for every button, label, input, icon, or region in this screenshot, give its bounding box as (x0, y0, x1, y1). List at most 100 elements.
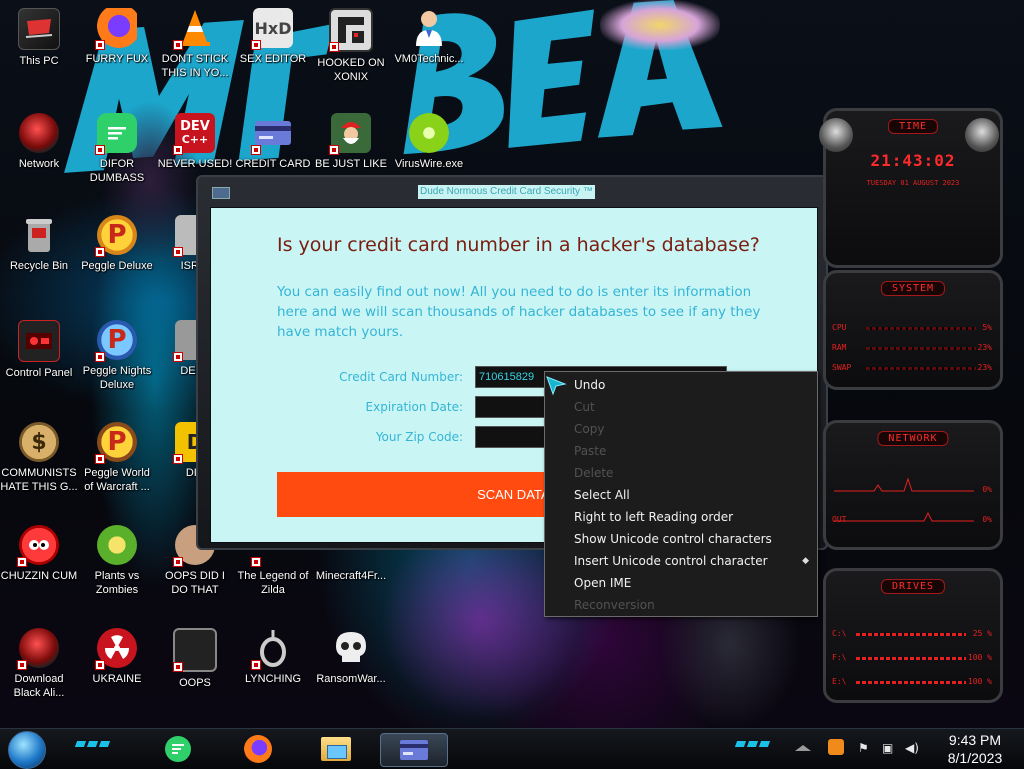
desktop-icon-label: OOPS (179, 677, 211, 689)
desktop-icon-chuzzin[interactable]: CHUZZIN CUM (0, 525, 78, 583)
desktop-icon-label: Plants vs Zombies (94, 570, 140, 596)
desktop-icon-label: Minecraft4Fr... (315, 570, 387, 582)
desktop-icon-oops[interactable]: OOPS (156, 628, 234, 690)
desktop-icon-peggle-deluxe[interactable]: P Peggle Deluxe (78, 215, 156, 273)
wallpaper-character (600, 0, 720, 50)
control-panel-icon (18, 320, 60, 362)
recycle-bin-icon (19, 215, 59, 255)
money-bag-icon: $ (19, 422, 59, 462)
desktop-icon-label: OOPS DID I DO THAT (165, 570, 225, 596)
computer-icon (18, 8, 60, 50)
desktop-icon-network[interactable]: Network (0, 113, 78, 171)
show-hidden-icons[interactable] (794, 739, 812, 758)
desktop-icon-this-pc[interactable]: This PC (0, 8, 78, 68)
tray-orange-icon (828, 739, 844, 755)
network-status-icon[interactable]: ▣ (882, 741, 893, 755)
menu-item-reconversion: Reconversion (574, 598, 655, 612)
menu-item-rtl-reading-order[interactable]: Right to left Reading order (545, 506, 817, 528)
taskbar-file-explorer[interactable] (316, 733, 356, 765)
dev-glyph: DEV (180, 119, 210, 134)
drive-f-value: 100 % (967, 653, 992, 662)
volume-icon[interactable]: ◀) (905, 741, 919, 755)
dialog-description: You can easily find out now! All you nee… (277, 284, 761, 340)
taskbar-decoration (74, 741, 111, 749)
dialog-app-icon[interactable] (212, 187, 230, 199)
desktop-icon-label: UKRAINE (92, 673, 142, 685)
zip-code-label: Your Zip Code: (375, 430, 463, 444)
taskbar-decoration (734, 741, 771, 749)
desktop-icon-label: SEX EDITOR (239, 53, 307, 65)
gadget-drives-panel: DRIVES C:\ 25 % F:\ 100 % E:\ 100 % (823, 568, 1003, 703)
desktop-icon-label: NEVER USED! (157, 158, 233, 170)
menu-item-insert-unicode[interactable]: Insert Unicode control character ◆ (545, 550, 817, 572)
taskbar-clock[interactable]: 9:43 PM 8/1/2023 (930, 731, 1020, 767)
gadget-system-title: SYSTEM (880, 281, 946, 296)
desktop-icon-difor-dumbass[interactable]: DIFOR DUMBASS (78, 113, 156, 185)
start-button[interactable] (8, 731, 46, 769)
hxd-glyph: HxD (254, 18, 292, 38)
taskbar-credit-card-app-active[interactable] (380, 733, 448, 767)
desktop-icon-label: VM0Technic... (394, 53, 464, 65)
desktop-icon-lynching[interactable]: LYNCHING (234, 628, 312, 686)
taskbar-chat-app[interactable] (158, 733, 198, 765)
lime-icon (409, 113, 449, 153)
desktop-icon-recycle-bin[interactable]: Recycle Bin (0, 215, 78, 273)
menu-item-select-all[interactable]: Select All (545, 484, 817, 506)
desktop-icon-label: HOOKED ON XONIX (317, 57, 385, 83)
peggle-wow-icon: P (95, 422, 137, 464)
firefox-icon (95, 8, 137, 50)
desktop-icon-label: FURRY FUX (85, 53, 149, 65)
taskbar-firefox[interactable] (238, 733, 278, 765)
desktop-icon-viruswire[interactable]: VirusWire.exe (390, 113, 468, 171)
desktop-icon-sex-editor[interactable]: HxD SEX EDITOR (234, 8, 312, 66)
desktop-icon-plants-vs-zombies[interactable]: Plants vs Zombies (78, 525, 156, 597)
desktop-icon-label: Peggle Deluxe (81, 260, 153, 272)
menu-item-open-ime[interactable]: Open IME (545, 572, 817, 594)
desktop-icon-label: BE JUST LIKE (315, 158, 387, 170)
menu-item-label: Insert Unicode control character (574, 554, 768, 568)
pvz-icon (97, 525, 137, 565)
desktop-icon-never-used[interactable]: DEV C++ NEVER USED! (156, 113, 234, 171)
desktop-icon-vm0technic[interactable]: VM0Technic... (390, 8, 468, 66)
desktop-icon-download-black[interactable]: Download Black Ali... (0, 628, 78, 700)
context-menu: Undo Cut Copy Paste Delete Select All Ri… (544, 371, 818, 617)
menu-item-paste: Paste (574, 444, 607, 458)
clock-time: 9:43 PM (948, 732, 1002, 748)
clock-date: 8/1/2023 (947, 750, 1003, 766)
desktop-icon-dont-stick[interactable]: DONT STICK THIS IN YO... (156, 8, 234, 80)
desktop-icon-furry-fux[interactable]: FURRY FUX (78, 8, 156, 66)
gadget-system-panel: SYSTEM CPU 5% RAM 23% SWAP 23% (823, 270, 1003, 390)
tray-app-icon[interactable] (828, 739, 844, 755)
desktop-icon-be-just-like[interactable]: BE JUST LIKE (312, 113, 390, 171)
desktop-icon-peggle-nights[interactable]: P Peggle Nights Deluxe (78, 320, 156, 392)
desktop-icon-label: Peggle Nights Deluxe (82, 365, 152, 391)
desktop-icon-ukraine[interactable]: UKRAINE (78, 628, 156, 686)
chuzzle-icon (17, 525, 59, 567)
desktop-icon-label: VirusWire.exe (394, 158, 464, 170)
ram-value: 23% (977, 343, 992, 352)
dialog-titlebar[interactable]: Dude Normous Credit Card Security ™ (198, 177, 826, 207)
ram-label: RAM (832, 343, 847, 352)
desktop-icon-ransomware[interactable]: RansomWar... (312, 628, 390, 686)
swap-bar (866, 367, 976, 370)
desktop-icon-peggle-wow[interactable]: P Peggle World of Warcraft ... (78, 422, 156, 494)
network-graph (834, 477, 974, 522)
desktop-icon-label: Control Panel (5, 367, 73, 379)
drive-c-label: C:\ (832, 629, 847, 638)
desktop-icon-hooked-on-xonix[interactable]: HOOKED ON XONIX (312, 8, 390, 84)
folder-icon (321, 737, 351, 761)
flag-icon[interactable]: ⚑ (858, 741, 869, 755)
cpu-value: 5% (982, 323, 992, 332)
window-icon (173, 628, 217, 672)
dialog-heading: Is your credit card number in a hacker's… (277, 234, 760, 256)
menu-item-undo[interactable]: Undo (545, 374, 817, 396)
desktop-icon-control-panel[interactable]: Control Panel (0, 320, 78, 380)
desktop-icon-credit-card[interactable]: CREDIT CARD (234, 113, 312, 171)
desktop-icon-label: The Legend of Zilda (237, 570, 309, 596)
skull-icon (331, 628, 371, 668)
swap-value: 23% (977, 363, 992, 372)
desktop-icon-communists[interactable]: $ COMMUNISTS HATE THIS G... (0, 422, 78, 494)
menu-item-show-unicode[interactable]: Show Unicode control characters (545, 528, 817, 550)
system-monitor-gadget[interactable]: TIME 21:43:02 TUESDAY 01 AUGUST 2023 SYS… (793, 90, 1019, 728)
xonix-icon (329, 8, 373, 52)
